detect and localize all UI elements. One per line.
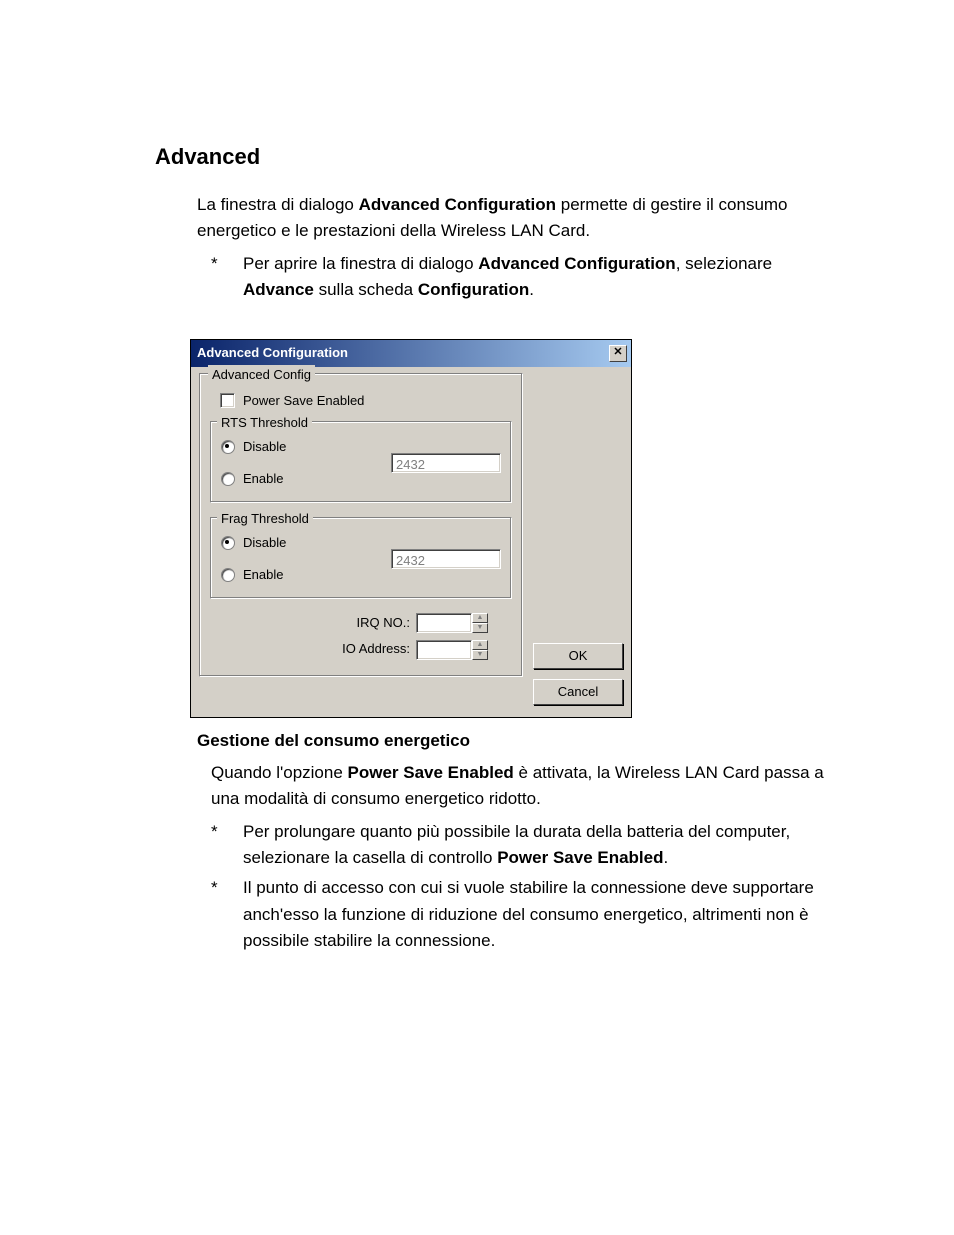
legend-rts: RTS Threshold: [217, 413, 312, 433]
spinner-io-address[interactable]: ▲ ▼: [416, 640, 488, 660]
text: , selezionare: [676, 254, 772, 273]
text-bold: Power Save Enabled: [497, 848, 663, 867]
input-irq[interactable]: [416, 613, 472, 633]
groupbox-frag-threshold: Frag Threshold Disable Enable: [210, 517, 512, 599]
text: Quando l'opzione: [211, 763, 348, 782]
groupbox-advanced-config: Advanced Config Power Save Enabled RTS T…: [199, 373, 523, 677]
text-bold: Power Save Enabled: [348, 763, 514, 782]
spinner-up-icon[interactable]: ▲: [472, 613, 488, 623]
text-bold: Advanced Configuration: [478, 254, 675, 273]
radio-rts-disable[interactable]: [221, 440, 235, 454]
radio-rts-enable[interactable]: [221, 472, 235, 486]
bullet-text: Il punto di accesso con cui si vuole sta…: [243, 875, 834, 954]
dialog-advanced-configuration: Advanced Configuration ✕ Advanced Config…: [190, 339, 632, 717]
cancel-button[interactable]: Cancel: [533, 679, 623, 705]
legend-advanced-config: Advanced Config: [208, 365, 315, 385]
row-irq: IRQ NO.: ▲ ▼: [210, 613, 512, 633]
subheading-power-management: Gestione del consumo energetico: [197, 728, 834, 754]
heading-advanced: Advanced: [155, 140, 834, 174]
dialog-body: Advanced Config Power Save Enabled RTS T…: [191, 367, 631, 717]
dialog-right-column: OK Cancel: [533, 373, 623, 705]
power-paragraph: Quando l'opzione Power Save Enabled è at…: [211, 760, 834, 813]
bullet-star: *: [211, 819, 243, 872]
document-page: Advanced La finestra di dialogo Advanced…: [0, 0, 954, 1018]
text-bold: Configuration: [418, 280, 529, 299]
text: Per aprire la finestra di dialogo: [243, 254, 478, 273]
spinner-down-icon[interactable]: ▼: [472, 623, 488, 633]
dialog-left-column: Advanced Config Power Save Enabled RTS T…: [199, 373, 523, 683]
bullet-text: Per aprire la finestra di dialogo Advanc…: [243, 251, 834, 304]
ok-button[interactable]: OK: [533, 643, 623, 669]
label-power-save: Power Save Enabled: [243, 391, 364, 411]
radio-row-frag-disable: Disable: [221, 533, 286, 553]
label-frag-enable: Enable: [243, 565, 283, 585]
bullet-star: *: [211, 875, 243, 954]
close-icon: ✕: [613, 346, 622, 358]
input-frag-value[interactable]: 2432: [391, 549, 501, 569]
input-io-address[interactable]: [416, 640, 472, 660]
close-button[interactable]: ✕: [609, 345, 627, 362]
label-io-address: IO Address:: [300, 639, 410, 659]
bullet-text: Per prolungare quanto più possibile la d…: [243, 819, 834, 872]
spinner-up-icon[interactable]: ▲: [472, 640, 488, 650]
legend-frag: Frag Threshold: [217, 509, 313, 529]
input-rts-value[interactable]: 2432: [391, 453, 501, 473]
checkbox-power-save[interactable]: [220, 393, 235, 408]
text: La finestra di dialogo: [197, 195, 359, 214]
radio-row-rts-enable: Enable: [221, 469, 286, 489]
intro-paragraph: La finestra di dialogo Advanced Configur…: [197, 192, 834, 245]
bullet-item: * Per aprire la finestra di dialogo Adva…: [211, 251, 834, 304]
spinner-down-icon[interactable]: ▼: [472, 650, 488, 660]
radio-frag-disable[interactable]: [221, 536, 235, 550]
titlebar[interactable]: Advanced Configuration ✕: [191, 340, 631, 366]
text-bold: Advanced Configuration: [359, 195, 556, 214]
row-io-address: IO Address: ▲ ▼: [210, 639, 512, 659]
text: .: [664, 848, 669, 867]
text: sulla scheda: [314, 280, 418, 299]
spacer: [533, 373, 623, 633]
text-bold: Advance: [243, 280, 314, 299]
radio-frag-enable[interactable]: [221, 568, 235, 582]
row-power-save: Power Save Enabled: [210, 391, 512, 411]
bullet-item: * Per prolungare quanto più possibile la…: [211, 819, 834, 872]
radio-row-rts-disable: Disable: [221, 437, 286, 457]
spinner-irq[interactable]: ▲ ▼: [416, 613, 488, 633]
bullet-item: * Il punto di accesso con cui si vuole s…: [211, 875, 834, 954]
label-irq: IRQ NO.:: [300, 613, 410, 633]
radio-row-frag-enable: Enable: [221, 565, 286, 585]
dialog-title: Advanced Configuration: [197, 343, 348, 363]
bullet-star: *: [211, 251, 243, 304]
label-rts-disable: Disable: [243, 437, 286, 457]
label-frag-disable: Disable: [243, 533, 286, 553]
groupbox-rts-threshold: RTS Threshold Disable Enable: [210, 421, 512, 503]
label-rts-enable: Enable: [243, 469, 283, 489]
text: .: [529, 280, 534, 299]
